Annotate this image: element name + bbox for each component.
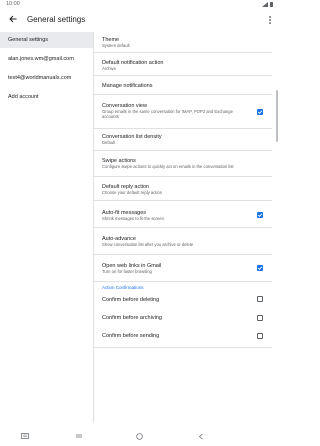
sidebar-item-gmail-account[interactable]: alan.jones.wm@gmail.com [0, 51, 93, 67]
back-nav-icon[interactable] [198, 433, 204, 440]
account-sidebar: General settings alan.jones.wm@gmail.com… [0, 32, 94, 422]
setting-auto-advance[interactable]: Auto-advance Show conversation list afte… [94, 228, 272, 255]
setting-confirm-archiving[interactable]: Confirm before archiving [94, 310, 272, 328]
checkmark-icon [257, 110, 263, 114]
setting-subtitle: Choose your default reply action [102, 190, 163, 195]
confirm-deleting-checkbox[interactable] [257, 296, 263, 302]
recents-icon[interactable] [76, 433, 82, 439]
checkmark-icon [257, 266, 263, 270]
setting-title: Confirm before deleting [102, 297, 160, 303]
auto-fit-checkbox[interactable] [257, 212, 263, 218]
setting-swipe-actions[interactable]: Swipe actions Configure swipe actions to… [94, 151, 272, 177]
setting-subtitle: Group emails in the same conversation fo… [102, 109, 233, 120]
section-header-action-confirmations: Action Confirmations [102, 285, 144, 290]
scrollbar[interactable] [276, 90, 278, 142]
setting-open-web-links[interactable]: Open web links in Gmail Turn on for fast… [94, 255, 272, 282]
checkmark-icon [257, 213, 263, 217]
conversation-view-checkbox[interactable] [257, 109, 263, 115]
settings-list: Theme System default Default notificatio… [94, 32, 279, 422]
setting-subtitle: System default [102, 43, 130, 48]
overflow-menu-icon[interactable] [268, 15, 272, 25]
setting-auto-fit-messages[interactable]: Auto-fit messages Shrink messages to fit… [94, 201, 272, 228]
open-web-links-checkbox[interactable] [257, 265, 263, 271]
confirm-archiving-checkbox[interactable] [257, 315, 263, 321]
setting-title: Manage notifications [102, 83, 153, 89]
setting-subtitle: Shrink messages to fit the screen [102, 216, 164, 221]
battery-icon [270, 2, 273, 7]
back-arrow-icon[interactable] [8, 14, 18, 24]
app-bar: General settings [0, 10, 279, 30]
page-title: General settings [27, 15, 86, 24]
signal-icon [262, 2, 268, 7]
setting-default-reply-action[interactable]: Default reply action Choose your default… [94, 177, 272, 201]
setting-confirm-sending[interactable]: Confirm before sending [94, 328, 272, 348]
setting-confirm-deleting[interactable]: Confirm before deleting [94, 292, 272, 310]
system-nav-bar [0, 428, 279, 446]
setting-default-notification-action[interactable]: Default notification action Archive [94, 53, 272, 76]
sidebar-item-general-settings[interactable]: General settings [0, 32, 93, 48]
setting-conversation-list-density[interactable]: Conversation list density Default [94, 129, 272, 151]
setting-conversation-view[interactable]: Conversation view Group emails in the sa… [94, 95, 272, 129]
status-icons [262, 2, 273, 7]
keyboard-icon[interactable] [21, 433, 29, 440]
home-icon[interactable] [136, 433, 143, 440]
sidebar-item-worldmanuals-account[interactable]: test4@worldmanuals.com [0, 70, 93, 86]
sidebar-item-add-account[interactable]: Add account [0, 89, 93, 105]
setting-subtitle: Configure swipe actions to quickly act o… [102, 164, 234, 169]
setting-manage-notifications[interactable]: Manage notifications [94, 76, 272, 95]
setting-theme[interactable]: Theme System default [94, 32, 272, 53]
setting-title: Confirm before archiving [102, 315, 162, 321]
confirm-sending-checkbox[interactable] [257, 333, 263, 339]
status-time: 10:00 [6, 1, 20, 7]
setting-subtitle: Default [102, 140, 116, 145]
setting-subtitle: Turn on for faster browsing [102, 269, 152, 274]
setting-subtitle: Archive [102, 66, 116, 71]
setting-subtitle: Show conversation list after you archive… [102, 242, 194, 247]
status-bar: 10:00 [0, 0, 279, 10]
setting-title: Confirm before sending [102, 333, 160, 339]
